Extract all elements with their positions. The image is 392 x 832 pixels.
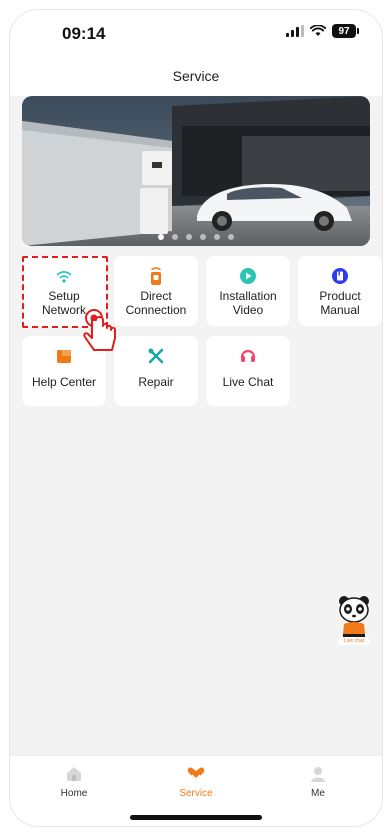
banner-image	[22, 96, 370, 246]
tab-service[interactable]: Service	[156, 764, 236, 799]
repair-icon	[146, 346, 166, 366]
bottom-tab-bar: Home Service Me	[10, 755, 382, 826]
tab-me[interactable]: Me	[278, 764, 358, 799]
product-manual-button[interactable]: Product Manual	[298, 256, 382, 326]
setup-network-label: Setup Network	[41, 289, 86, 317]
home-icon	[64, 764, 84, 784]
play-icon	[238, 266, 258, 286]
wifi-icon	[54, 266, 74, 286]
status-icons: 97	[286, 24, 359, 38]
live-chat-mascot[interactable]: Live chat	[336, 594, 372, 646]
tab-service-label: Service	[179, 788, 213, 799]
home-indicator	[130, 815, 262, 820]
help-center-label: Help Center	[31, 375, 97, 389]
help-center-icon	[54, 346, 74, 366]
headset-icon	[238, 346, 258, 366]
user-icon	[308, 764, 328, 784]
live-chat-button[interactable]: Live Chat	[206, 336, 290, 406]
live-chat-label: Live Chat	[222, 375, 274, 389]
tab-home-label: Home	[60, 788, 88, 799]
installation-video-button[interactable]: Installation Video	[206, 256, 290, 326]
carousel-dot[interactable]	[200, 234, 206, 240]
phone-screen: 09:14 97 Service Setup Network Direct Co…	[10, 10, 382, 826]
banner-carousel[interactable]	[22, 96, 370, 246]
manual-icon	[330, 266, 350, 286]
direct-connection-button[interactable]: Direct Connection	[114, 256, 198, 326]
status-bar: 09:14 97	[10, 10, 382, 56]
repair-button[interactable]: Repair	[114, 336, 198, 406]
carousel-dot[interactable]	[214, 234, 220, 240]
wifi-status-icon	[310, 25, 326, 36]
page-title: Service	[10, 56, 382, 96]
product-manual-label: Product Manual	[319, 289, 361, 317]
carousel-dot[interactable]	[158, 234, 164, 240]
battery-icon: 97	[332, 24, 359, 38]
tab-me-label: Me	[311, 788, 325, 799]
mascot-badge: Live chat	[338, 637, 370, 645]
service-icon	[186, 764, 206, 784]
direct-connection-label: Direct Connection	[125, 289, 187, 317]
carousel-dots	[22, 234, 370, 240]
carousel-dot[interactable]	[186, 234, 192, 240]
tap-hand-icon	[83, 309, 116, 351]
installation-video-label: Installation Video	[219, 289, 277, 317]
direct-connection-icon	[146, 266, 166, 286]
status-time: 09:14	[62, 24, 106, 43]
carousel-dot[interactable]	[228, 234, 234, 240]
signal-icon	[286, 25, 304, 37]
carousel-dot[interactable]	[172, 234, 178, 240]
tab-home[interactable]: Home	[34, 764, 114, 799]
repair-label: Repair	[138, 375, 174, 389]
